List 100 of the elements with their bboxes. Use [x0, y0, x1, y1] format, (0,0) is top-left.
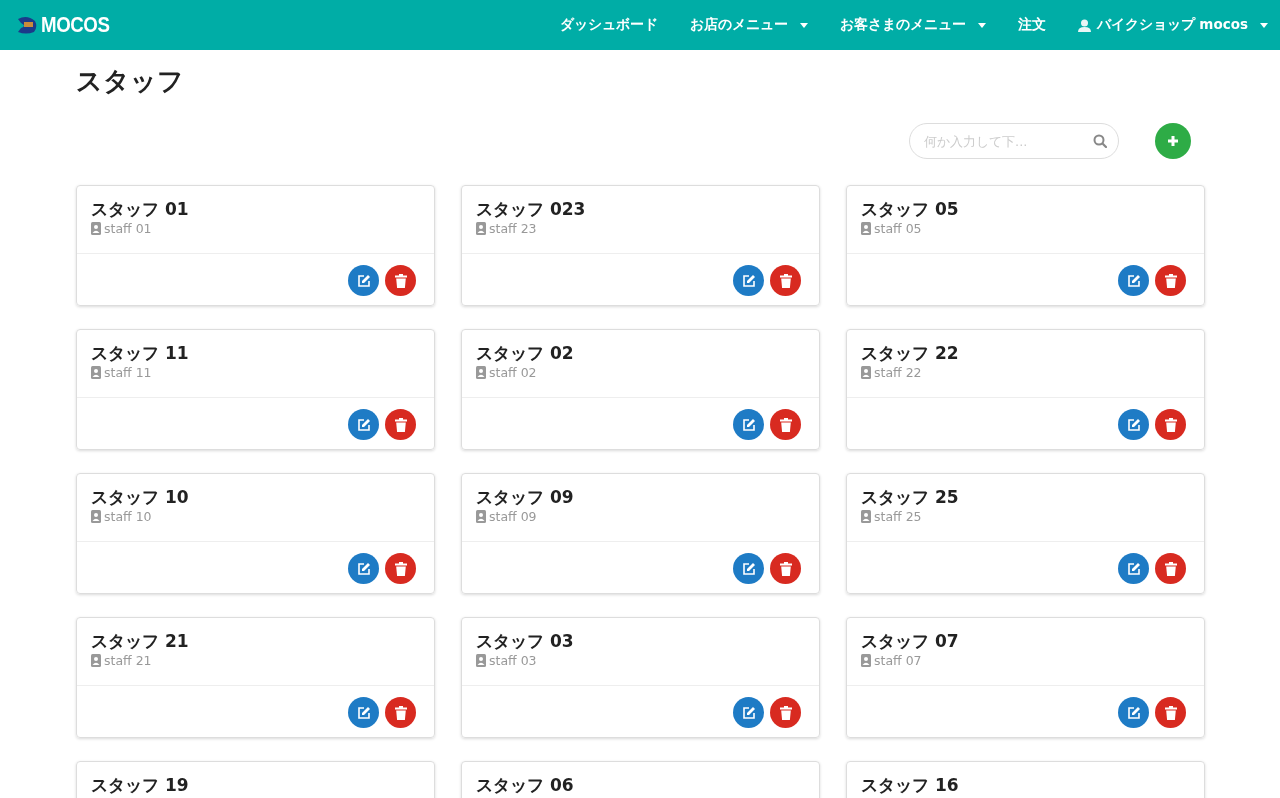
trash-icon	[1164, 561, 1177, 576]
edit-button[interactable]	[1118, 553, 1149, 584]
edit-button[interactable]	[348, 409, 379, 440]
edit-icon	[356, 273, 371, 288]
edit-button[interactable]	[733, 409, 764, 440]
staff-login: staff 22	[874, 365, 922, 380]
edit-button[interactable]	[733, 553, 764, 584]
id-badge-icon	[91, 222, 101, 235]
caret-icon	[977, 22, 986, 28]
trash-icon	[1164, 705, 1177, 720]
delete-button[interactable]	[385, 265, 416, 296]
add-button[interactable]	[1155, 123, 1191, 159]
delete-button[interactable]	[770, 697, 801, 728]
id-badge-icon	[861, 654, 871, 667]
trash-icon	[779, 561, 792, 576]
trash-icon	[394, 273, 407, 288]
staff-name: スタッフ 05	[861, 198, 960, 221]
staff-login: staff 10	[104, 509, 152, 524]
id-badge-icon	[861, 366, 871, 379]
staff-name: スタッフ 10	[91, 486, 190, 509]
edit-icon	[1126, 417, 1141, 432]
delete-button[interactable]	[770, 553, 801, 584]
edit-icon	[356, 561, 371, 576]
staff-name: スタッフ 21	[91, 630, 190, 653]
edit-button[interactable]	[733, 265, 764, 296]
edit-button[interactable]	[1118, 265, 1149, 296]
trash-icon	[779, 705, 792, 720]
id-badge-icon	[476, 510, 486, 523]
staff-login: staff 07	[874, 653, 922, 668]
delete-button[interactable]	[385, 697, 416, 728]
page-title: スタッフ	[76, 65, 185, 98]
edit-button[interactable]	[348, 265, 379, 296]
id-badge-icon	[91, 654, 101, 667]
staff-name: スタッフ 02	[476, 342, 575, 365]
edit-icon	[356, 417, 371, 432]
id-badge-icon	[861, 222, 871, 235]
edit-button[interactable]	[733, 697, 764, 728]
nav-link[interactable]: お客さまのメニュー	[839, 16, 986, 34]
edit-button[interactable]	[348, 553, 379, 584]
staff-name: スタッフ 19	[91, 774, 190, 797]
edit-icon	[356, 705, 371, 720]
staff-login: staff 03	[489, 653, 537, 668]
staff-name: スタッフ 11	[91, 342, 190, 365]
trash-icon	[394, 705, 407, 720]
staff-name: スタッフ 03	[476, 630, 575, 653]
edit-icon	[741, 705, 756, 720]
staff-name: スタッフ 06	[476, 774, 575, 797]
edit-icon	[741, 273, 756, 288]
nav-link[interactable]: お店のメニュー	[689, 16, 808, 34]
staff-name: スタッフ 16	[861, 774, 960, 797]
nav-link[interactable]: 注文	[1017, 16, 1046, 34]
caret-icon	[799, 22, 808, 28]
helmet-icon	[16, 16, 38, 34]
staff-name: スタッフ 22	[861, 342, 960, 365]
id-badge-icon	[91, 366, 101, 379]
edit-icon	[741, 561, 756, 576]
edit-icon	[741, 417, 756, 432]
staff-login: staff 05	[874, 221, 922, 236]
id-badge-icon	[861, 510, 871, 523]
trash-icon	[1164, 273, 1177, 288]
edit-button[interactable]	[1118, 409, 1149, 440]
trash-icon	[394, 561, 407, 576]
plus-icon	[1167, 135, 1179, 147]
delete-button[interactable]	[385, 409, 416, 440]
staff-login: staff 09	[489, 509, 537, 524]
staff-login: staff 25	[874, 509, 922, 524]
delete-button[interactable]	[1155, 697, 1186, 728]
staff-login: staff 21	[104, 653, 152, 668]
id-badge-icon	[476, 222, 486, 235]
edit-button[interactable]	[348, 697, 379, 728]
delete-button[interactable]	[1155, 409, 1186, 440]
edit-button[interactable]	[1118, 697, 1149, 728]
search-icon	[1093, 134, 1107, 148]
brand-logo[interactable]: MOCOS	[41, 12, 110, 38]
id-badge-icon	[91, 510, 101, 523]
staff-name: スタッフ 25	[861, 486, 960, 509]
caret-icon	[1260, 22, 1268, 28]
trash-icon	[779, 273, 792, 288]
staff-name: スタッフ 09	[476, 486, 575, 509]
staff-login: staff 01	[104, 221, 152, 236]
delete-button[interactable]	[1155, 265, 1186, 296]
staff-login: staff 11	[104, 365, 152, 380]
staff-login: staff 23	[489, 221, 537, 236]
edit-icon	[1126, 561, 1141, 576]
staff-name: スタッフ 023	[476, 198, 587, 221]
trash-icon	[394, 417, 407, 432]
nav-link[interactable]: ダッシュボード	[559, 16, 658, 34]
delete-button[interactable]	[770, 265, 801, 296]
staff-name: スタッフ 01	[91, 198, 190, 221]
id-badge-icon	[476, 366, 486, 379]
trash-icon	[1164, 417, 1177, 432]
nav-link[interactable]: バイクショップ mocos	[1077, 16, 1268, 34]
trash-icon	[779, 417, 792, 432]
staff-name: スタッフ 07	[861, 630, 960, 653]
staff-login: staff 02	[489, 365, 537, 380]
delete-button[interactable]	[385, 553, 416, 584]
edit-icon	[1126, 273, 1141, 288]
delete-button[interactable]	[770, 409, 801, 440]
id-badge-icon	[476, 654, 486, 667]
delete-button[interactable]	[1155, 553, 1186, 584]
